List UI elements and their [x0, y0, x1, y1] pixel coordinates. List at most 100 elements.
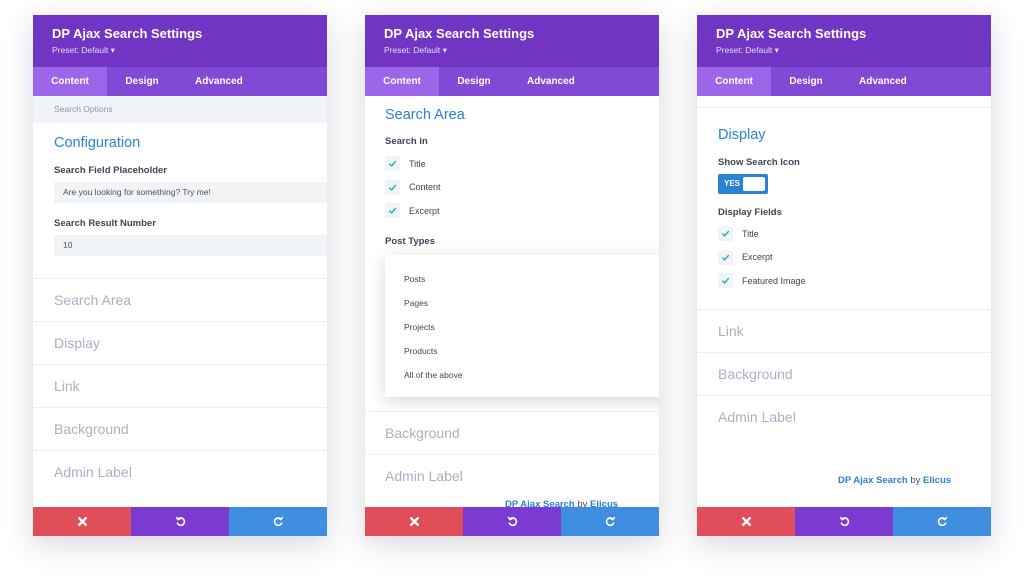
check-icon	[388, 207, 397, 215]
undo-icon	[507, 516, 517, 527]
panel-header: DP Ajax Search Settings Preset: Default …	[33, 15, 327, 67]
credit-line: DP Ajax Search by Elicus	[505, 499, 618, 507]
toggle-link[interactable]: Link	[33, 364, 327, 407]
close-icon	[77, 516, 87, 527]
dropdown-option-all[interactable]: All of the above	[385, 363, 659, 387]
toggle-background[interactable]: Background	[697, 351, 991, 395]
section-title[interactable]: Configuration	[54, 135, 327, 151]
tab-advanced[interactable]: Advanced	[509, 67, 593, 96]
tab-design[interactable]: Design	[439, 67, 509, 96]
toggle-link[interactable]: Link	[697, 308, 991, 352]
undo-icon	[839, 516, 849, 527]
dropdown-option-products[interactable]: Products	[385, 339, 659, 363]
checkbox-label: Featured Image	[742, 275, 806, 286]
placeholder-input[interactable]: Are you looking for something? Try me!	[54, 182, 327, 203]
panel-header: DP Ajax Search Settings Preset: Default …	[697, 15, 991, 67]
settings-panel-display: DP Ajax Search Settings Preset: Default …	[697, 15, 991, 536]
checkbox-content[interactable]: Content	[365, 176, 659, 200]
settings-panel-configuration: DP Ajax Search Settings Preset: Default …	[33, 15, 327, 536]
settings-panel-search-area: DP Ajax Search Settings Preset: Default …	[365, 15, 659, 536]
cancel-button[interactable]	[33, 507, 131, 536]
checkbox-label: Content	[409, 182, 441, 193]
tab-bar: Content Design Advanced	[365, 67, 659, 96]
check-icon	[388, 160, 397, 168]
preset-selector[interactable]: Preset: Default ▾	[52, 45, 327, 56]
preset-selector[interactable]: Preset: Default ▾	[384, 45, 659, 56]
plugin-link[interactable]: DP Ajax Search	[505, 499, 575, 507]
toggle-admin-label[interactable]: Admin Label	[33, 450, 327, 493]
check-icon	[721, 230, 730, 238]
panel-body: Search Options Configuration Search Fiel…	[33, 96, 327, 507]
checkbox-title[interactable]: Title	[365, 152, 659, 176]
tab-design[interactable]: Design	[771, 67, 841, 96]
tab-content[interactable]: Content	[33, 67, 107, 96]
show-search-icon-label: Show Search Icon	[718, 157, 800, 168]
action-bar	[365, 507, 659, 536]
undo-icon	[175, 516, 185, 527]
toggle-background[interactable]: Background	[33, 407, 327, 450]
checkbox-featured-image[interactable]: Featured Image	[697, 269, 991, 293]
redo-icon	[605, 516, 615, 527]
checkbox-label: Title	[409, 158, 426, 169]
close-icon	[409, 516, 419, 527]
panel-title: DP Ajax Search Settings	[52, 26, 203, 41]
credit-line: DP Ajax Search by Elicus	[838, 475, 951, 486]
tab-design[interactable]: Design	[107, 67, 177, 96]
undo-button[interactable]	[463, 507, 561, 536]
action-bar	[697, 507, 991, 536]
redo-button[interactable]	[893, 507, 991, 536]
checkbox-excerpt[interactable]: Excerpt	[365, 199, 659, 223]
show-search-icon-toggle[interactable]: YES	[718, 174, 768, 194]
placeholder-label: Search Field Placeholder	[54, 165, 167, 176]
post-types-dropdown: Posts Pages Projects Products All of the…	[385, 255, 659, 397]
tab-advanced[interactable]: Advanced	[177, 67, 261, 96]
credit-by: by	[910, 475, 921, 486]
toggle-value: YES	[724, 179, 741, 188]
result-number-input[interactable]: 10	[54, 235, 327, 256]
plugin-link[interactable]: DP Ajax Search	[838, 475, 908, 486]
cancel-button[interactable]	[697, 507, 795, 536]
redo-button[interactable]	[561, 507, 659, 536]
checkbox-label: Title	[742, 228, 759, 239]
post-types-label: Post Types	[385, 235, 435, 247]
panel-body: Display Show Search Icon YES Display Fie…	[697, 96, 991, 507]
cancel-button[interactable]	[365, 507, 463, 536]
redo-icon	[273, 516, 283, 527]
display-fields-label: Display Fields	[718, 207, 782, 218]
toggle-background[interactable]: Background	[365, 411, 659, 454]
dropdown-option-projects[interactable]: Projects	[385, 315, 659, 339]
toggle-admin-label[interactable]: Admin Label	[697, 394, 991, 438]
section-title[interactable]: Search Area	[385, 107, 659, 123]
result-number-label: Search Result Number	[54, 218, 156, 229]
toggle-admin-label[interactable]: Admin Label	[365, 454, 659, 497]
redo-button[interactable]	[229, 507, 327, 536]
close-icon	[741, 516, 751, 527]
tab-advanced[interactable]: Advanced	[841, 67, 925, 96]
undo-button[interactable]	[795, 507, 893, 536]
checkbox-title[interactable]: Title	[697, 222, 991, 246]
checkbox-excerpt[interactable]: Excerpt	[697, 246, 991, 270]
action-bar	[33, 507, 327, 536]
toggle-display[interactable]: Display	[33, 321, 327, 364]
redo-icon	[937, 516, 947, 527]
checkbox-label: Excerpt	[742, 252, 773, 263]
panel-title: DP Ajax Search Settings	[716, 26, 867, 41]
author-link[interactable]: Elicus	[923, 475, 951, 486]
tab-bar: Content Design Advanced	[697, 67, 991, 96]
tab-content[interactable]: Content	[697, 67, 771, 96]
dropdown-option-posts[interactable]: Posts	[385, 267, 659, 291]
section-subheader: Search Options	[33, 96, 327, 123]
credit-by: by	[577, 499, 588, 507]
dropdown-option-pages[interactable]: Pages	[385, 291, 659, 315]
tab-content[interactable]: Content	[365, 67, 439, 96]
preset-selector[interactable]: Preset: Default ▾	[716, 45, 991, 56]
search-in-label: Search in	[385, 136, 428, 147]
section-title[interactable]: Display	[718, 127, 991, 143]
author-link[interactable]: Elicus	[590, 499, 618, 507]
divider	[697, 96, 991, 108]
panel-title: DP Ajax Search Settings	[384, 26, 535, 41]
toggle-search-area[interactable]: Search Area	[33, 278, 327, 321]
check-icon	[388, 184, 397, 191]
check-icon	[721, 277, 730, 285]
undo-button[interactable]	[131, 507, 229, 536]
